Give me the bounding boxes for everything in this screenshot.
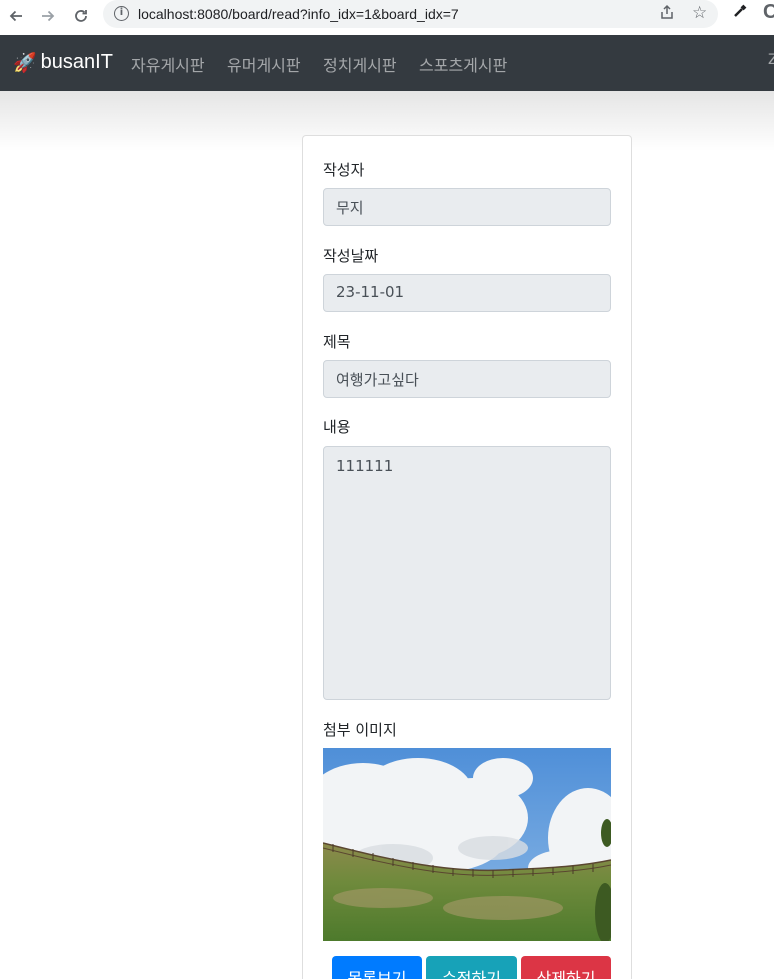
content-label: 내용: [323, 418, 351, 436]
info-icon[interactable]: i: [114, 6, 129, 21]
address-bar[interactable]: i localhost:8080/board/read?info_idx=1&b…: [103, 0, 718, 28]
date-field[interactable]: 23-11-01: [323, 274, 611, 312]
brand-name: busanIT: [40, 51, 113, 73]
nav-link-sports-board[interactable]: 스포츠게시판: [419, 52, 507, 76]
title-label: 제목: [323, 333, 351, 351]
delete-button[interactable]: 삭제하기: [521, 956, 611, 979]
image-label: 첨부 이미지: [323, 721, 397, 739]
attached-image: [323, 748, 611, 941]
nav-link-politics-board[interactable]: 정치게시판: [323, 52, 397, 76]
url-text[interactable]: localhost:8080/board/read?info_idx=1&boa…: [138, 6, 459, 22]
author-label: 작성자: [323, 161, 365, 179]
profile-avatar[interactable]: C: [763, 1, 774, 24]
reload-icon[interactable]: [68, 3, 94, 29]
nav-right-item[interactable]: Z: [768, 52, 774, 68]
arrow-left-icon[interactable]: [3, 3, 29, 29]
share-icon[interactable]: [659, 4, 675, 24]
star-icon[interactable]: ☆: [692, 3, 707, 23]
rocket-icon: 🚀: [13, 52, 37, 74]
edit-button[interactable]: 수정하기: [426, 956, 517, 979]
nav-link-free-board[interactable]: 자유게시판: [131, 52, 205, 76]
author-field[interactable]: 무지: [323, 188, 611, 226]
arrow-right-icon[interactable]: [35, 3, 61, 29]
date-label: 작성날짜: [323, 247, 379, 265]
eyedropper-icon[interactable]: [732, 3, 748, 24]
nav-link-humor-board[interactable]: 유머게시판: [227, 52, 301, 76]
app-navbar: 🚀 busanIT 자유게시판 유머게시판 정치게시판 스포츠게시판 Z: [0, 35, 774, 91]
post-card: 작성자 무지 작성날짜 23-11-01 제목 여행가고싶다 내용 111111…: [302, 135, 632, 979]
title-field[interactable]: 여행가고싶다: [323, 360, 611, 398]
list-button[interactable]: 목록보기: [332, 956, 422, 979]
content-textarea[interactable]: 111111: [323, 446, 611, 700]
brand-link[interactable]: 🚀 busanIT: [13, 51, 113, 74]
browser-toolbar: i localhost:8080/board/read?info_idx=1&b…: [0, 0, 774, 35]
